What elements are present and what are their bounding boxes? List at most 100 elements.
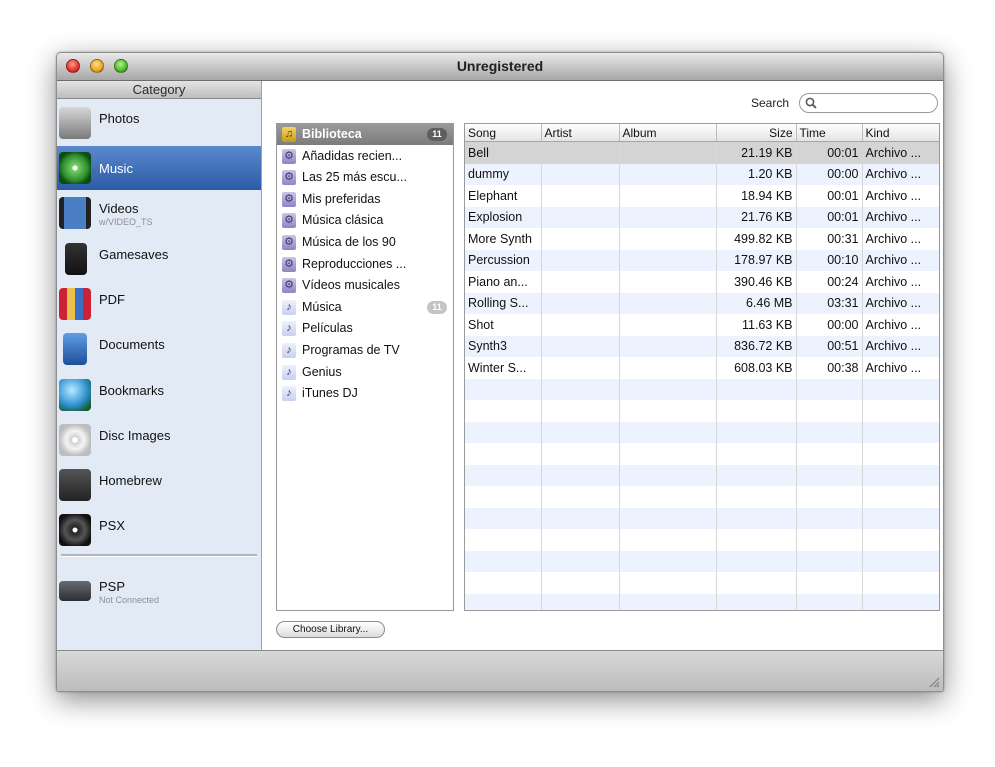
table-row[interactable]: More Synth 499.82 KB 00:31 Archivo ...	[465, 228, 939, 250]
cell-kind	[862, 400, 939, 422]
close-window-button[interactable]	[66, 59, 80, 73]
sidebar-item-videos[interactable]: film-icon Videosw/VIDEO_TS	[57, 191, 261, 235]
table-row[interactable]: dummy 1.20 KB 00:00 Archivo ...	[465, 163, 939, 185]
playlist-label: Biblioteca	[302, 127, 362, 141]
column-header-time[interactable]: Time	[796, 124, 863, 142]
cell-song: Explosion	[465, 206, 542, 228]
sidebar-item-label: Photos	[99, 111, 140, 126]
library-item[interactable]: ♫ Biblioteca 11	[277, 124, 453, 145]
table-row[interactable]: Bell 21.19 KB 00:01 Archivo ...	[465, 141, 939, 164]
playlist-item[interactable]: ♪ iTunes DJ	[277, 383, 453, 404]
sidebar-item-gamesaves[interactable]: memory-card-icon Gamesaves	[57, 237, 261, 281]
cell-song	[465, 507, 542, 529]
film-icon: film-icon	[59, 197, 91, 229]
cell-song: Piano an...	[465, 271, 542, 293]
cell-artist	[541, 249, 620, 271]
gear-icon: ⚙	[282, 170, 296, 186]
cell-song	[465, 400, 542, 422]
sidebar-item-label: PSP	[99, 579, 126, 594]
table-row[interactable]: Rolling S... 6.46 MB 03:31 Archivo ...	[465, 292, 939, 314]
smart-playlist-item[interactable]: ⚙ Mis preferidas	[277, 189, 453, 210]
table-row[interactable]: Elephant 18.94 KB 00:01 Archivo ...	[465, 185, 939, 207]
table-row[interactable]: Shot 11.63 KB 00:00 Archivo ...	[465, 314, 939, 336]
minimize-window-button[interactable]	[90, 59, 104, 73]
smart-playlist-item[interactable]: ⚙ Vídeos musicales	[277, 275, 453, 296]
choose-library-button[interactable]: Choose Library...	[276, 621, 385, 638]
cell-size: 178.97 KB	[716, 249, 797, 271]
smart-playlist-item[interactable]: ⚙ Música clásica	[277, 210, 453, 231]
sidebar-item-psx[interactable]: vinyl-disc-icon PSX	[57, 508, 261, 552]
playlist-label: Mis preferidas	[302, 191, 381, 206]
table-row[interactable]: Winter S... 608.03 KB 00:38 Archivo ...	[465, 357, 939, 379]
count-badge: 11	[427, 128, 447, 141]
sidebar-item-bookmarks[interactable]: globe-icon Bookmarks	[57, 373, 261, 417]
resize-grip-icon[interactable]	[928, 676, 940, 688]
cell-song: dummy	[465, 163, 542, 185]
column-header-size[interactable]: Size	[716, 124, 797, 142]
title-bar[interactable]: Unregistered	[57, 53, 943, 81]
cell-artist	[541, 314, 620, 336]
search-input[interactable]	[820, 95, 934, 112]
cell-kind: Archivo ...	[862, 163, 939, 185]
column-header-album[interactable]: Album	[619, 124, 717, 142]
cell-song	[465, 486, 542, 508]
table-row[interactable]: Synth3 836.72 KB 00:51 Archivo ...	[465, 335, 939, 357]
cell-album	[619, 163, 717, 185]
table-row[interactable]: Percussion 178.97 KB 00:10 Archivo ...	[465, 249, 939, 271]
cell-kind: Archivo ...	[862, 228, 939, 250]
smart-playlist-item[interactable]: ⚙ Añadidas recien...	[277, 146, 453, 167]
sidebar-item-music[interactable]: music-cd-icon Music	[57, 146, 261, 190]
empty-table-row	[465, 400, 939, 422]
table-row[interactable]: Piano an... 390.46 KB 00:24 Archivo ...	[465, 271, 939, 293]
cell-song: Shot	[465, 314, 542, 336]
playlist-item[interactable]: ♪ Genius	[277, 362, 453, 383]
cell-kind: Archivo ...	[862, 249, 939, 271]
sidebar-item-label: PDF	[99, 292, 125, 307]
playlist-item[interactable]: ♪ Música 11	[277, 297, 453, 318]
cell-time: 00:38	[796, 357, 863, 379]
zoom-window-button[interactable]	[114, 59, 128, 73]
cell-kind	[862, 572, 939, 594]
empty-table-row	[465, 486, 939, 508]
table-row[interactable]: Explosion 21.76 KB 00:01 Archivo ...	[465, 206, 939, 228]
smart-playlist-item[interactable]: ⚙ Reproducciones ...	[277, 254, 453, 275]
search-icon	[805, 97, 817, 109]
column-header-song[interactable]: Song	[465, 124, 542, 142]
smart-playlist-item[interactable]: ⚙ Las 25 más escu...	[277, 167, 453, 188]
cell-size: 18.94 KB	[716, 185, 797, 207]
cell-album	[619, 464, 717, 486]
cell-size: 21.19 KB	[716, 141, 797, 164]
cell-album	[619, 314, 717, 336]
sidebar-item-homebrew[interactable]: clapper-icon Homebrew	[57, 463, 261, 507]
sidebar-item-pdf[interactable]: books-icon PDF	[57, 282, 261, 326]
cell-album	[619, 228, 717, 250]
playlist-label: Música	[302, 299, 342, 314]
cell-kind: Archivo ...	[862, 271, 939, 293]
playlist-label: Vídeos musicales	[302, 278, 400, 293]
cell-time	[796, 529, 863, 551]
playlist-item[interactable]: ♪ Películas	[277, 318, 453, 339]
cell-size: 608.03 KB	[716, 357, 797, 379]
playlist-label: Música de los 90	[302, 235, 396, 249]
cell-song	[465, 443, 542, 465]
cell-kind	[862, 464, 939, 486]
sidebar-item-documents[interactable]: document-icon Documents	[57, 327, 261, 371]
sidebar-item-photos[interactable]: camera-icon Photos	[57, 101, 261, 145]
playlist-item[interactable]: ♪ Programas de TV	[277, 340, 453, 361]
cell-album	[619, 292, 717, 314]
cell-size: 21.76 KB	[716, 206, 797, 228]
empty-table-row	[465, 443, 939, 465]
smart-playlist-item[interactable]: ⚙ Música de los 90	[277, 232, 453, 253]
search-field[interactable]	[799, 93, 938, 113]
playlist-label: Reproducciones ...	[302, 256, 407, 271]
cell-artist	[541, 550, 620, 572]
sidebar-item-disc-images[interactable]: disc-icon Disc Images	[57, 418, 261, 462]
cell-album	[619, 378, 717, 400]
sidebar-item-psp[interactable]: psp-icon PSPNot Connected	[57, 569, 261, 613]
cell-album	[619, 550, 717, 572]
cell-time	[796, 572, 863, 594]
column-header-kind[interactable]: Kind	[862, 124, 939, 142]
cell-kind	[862, 486, 939, 508]
column-header-artist[interactable]: Artist	[541, 124, 620, 142]
memory-card-icon: memory-card-icon	[65, 243, 87, 275]
